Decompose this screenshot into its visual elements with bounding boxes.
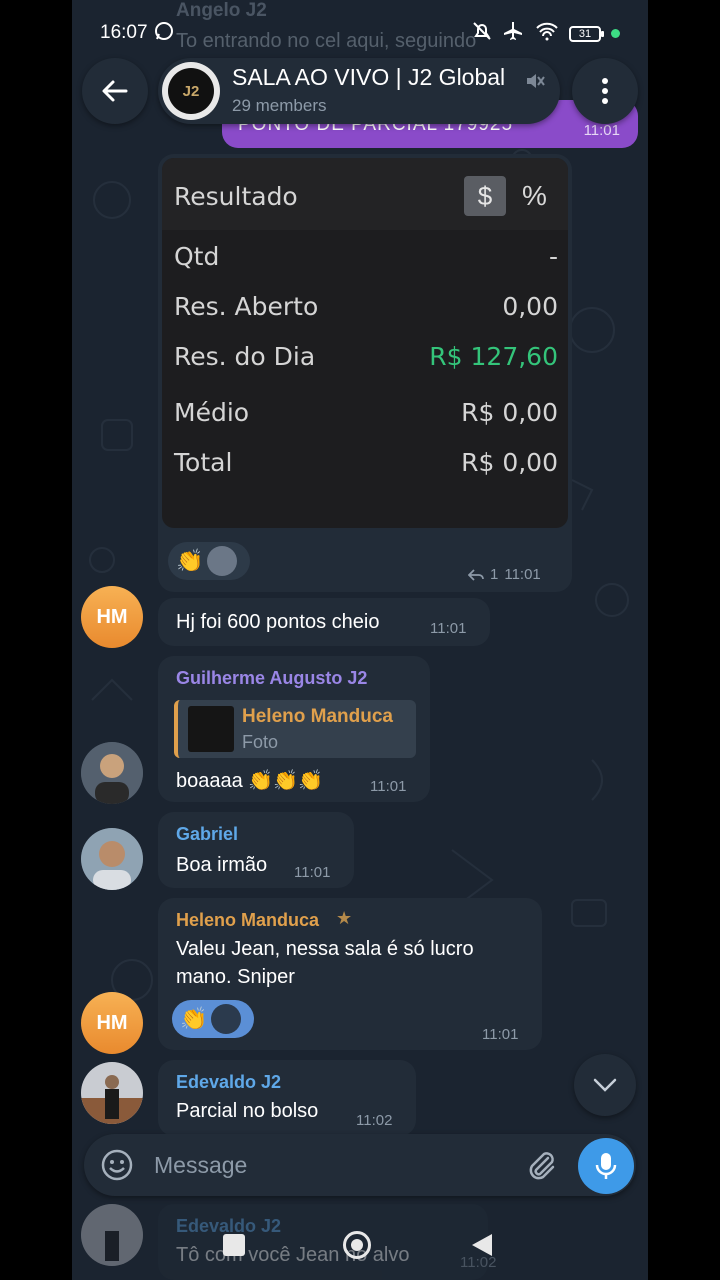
photo-time: 11:01 [504, 566, 541, 583]
message-input[interactable] [154, 1146, 494, 1184]
avatar[interactable]: HM [81, 992, 143, 1054]
percent-toggle: % [522, 180, 547, 211]
message-time: 11:01 [430, 620, 467, 637]
star-icon: ★ [336, 908, 353, 928]
result-row-label: Res. Aberto [174, 292, 319, 321]
airplane-icon [503, 20, 525, 47]
reply-sender: Heleno Manduca [242, 706, 393, 727]
result-row: Qtd - [174, 236, 558, 280]
message-time: 11:02 [356, 1112, 393, 1129]
back-nav-button[interactable] [470, 1232, 494, 1263]
reaction-chip[interactable]: 👏 [168, 542, 250, 580]
message-time: 11:01 [482, 1026, 519, 1043]
privacy-dot-icon [611, 29, 620, 38]
result-header-label: Resultado [174, 182, 298, 211]
clap-reaction: 👏 [176, 548, 204, 573]
result-row: Total R$ 0,00 [174, 442, 558, 486]
chevron-down-icon [593, 1078, 617, 1092]
quoted-reply[interactable]: Heleno Manduca Foto [174, 700, 416, 758]
voice-record-button[interactable] [578, 1138, 634, 1194]
chat-message[interactable]: Hj foi 600 pontos cheio 11:01 [158, 598, 490, 646]
smiley-icon [101, 1149, 133, 1181]
back-button[interactable] [82, 58, 148, 124]
status-time: 16:07 [100, 22, 148, 43]
reactor-avatar [211, 1004, 242, 1034]
home-dot-icon [351, 1239, 363, 1251]
chat-message[interactable]: Gabriel Boa irmão 11:01 [158, 812, 354, 888]
avatar[interactable] [81, 742, 143, 804]
user-photo-icon [81, 1062, 143, 1124]
whatsapp-icon [154, 21, 174, 46]
sender-name[interactable]: Edevaldo J2 [176, 1072, 281, 1093]
user-photo-icon [81, 828, 143, 890]
status-icons: 31 [471, 20, 620, 47]
triangle-back-icon [472, 1234, 492, 1256]
result-row: Médio R$ 0,00 [174, 392, 558, 436]
result-row-value: - [548, 242, 558, 271]
result-row: Res. Aberto 0,00 [174, 286, 558, 330]
avatar[interactable] [81, 1062, 143, 1124]
paperclip-icon [529, 1152, 555, 1180]
avatar[interactable]: HM [81, 586, 143, 648]
home-button[interactable] [343, 1231, 371, 1259]
message-composer [84, 1134, 636, 1196]
arrow-left-icon [102, 80, 128, 102]
chat-header[interactable]: J2 SALA AO VIVO | J2 Global 29 members [158, 58, 560, 124]
result-row-label: Total [174, 448, 233, 477]
currency-toggle: $ [464, 176, 506, 216]
chat-message[interactable]: Edevaldo J2 Parcial no bolso 11:02 [158, 1060, 416, 1136]
reply-thumbnail [188, 706, 234, 752]
chat-screen: Angelo J2 To entrando no cel aqui, segui… [72, 0, 648, 1280]
battery-icon: 31 [569, 25, 604, 42]
sender-name[interactable]: Heleno Manduca [176, 910, 319, 931]
mute-bell-icon [471, 20, 493, 47]
message-text: Parcial no bolso [176, 1100, 319, 1122]
status-bar: 16:07 31 [72, 14, 648, 50]
message-text: boaaaa 👏👏👏 [176, 770, 324, 792]
sender-name[interactable]: Gabriel [176, 824, 238, 845]
wifi-icon [535, 21, 559, 46]
result-card-photo[interactable]: Resultado $ % Qtd - Res. Aberto 0,00 Res… [162, 158, 568, 528]
reply-count: 1 [490, 566, 499, 583]
user-photo-icon [81, 742, 143, 804]
result-row-value: R$ 0,00 [461, 398, 558, 427]
sender-name[interactable]: Guilherme Augusto J2 [176, 668, 367, 689]
recents-button[interactable] [223, 1234, 245, 1256]
message-text: Valeu Jean, nessa sala é só lucro [176, 938, 474, 960]
member-count: 29 members [232, 96, 327, 115]
message-text: mano. Sniper [176, 966, 295, 988]
message-time: 11:01 [294, 864, 331, 881]
group-logo-text: J2 [168, 68, 214, 114]
result-row-value: R$ 127,60 [429, 342, 558, 371]
result-row-label: Médio [174, 398, 250, 427]
reply-indicator[interactable]: 1 11:01 [468, 566, 541, 583]
result-row-label: Res. do Dia [174, 342, 316, 371]
reaction-chip[interactable]: 👏 [172, 1000, 254, 1038]
message-text: Hj foi 600 pontos cheio [176, 611, 380, 633]
emoji-button[interactable] [100, 1148, 134, 1187]
attach-button[interactable] [524, 1148, 558, 1187]
reply-arrow-icon [468, 568, 484, 581]
message-time: 11:01 [370, 778, 407, 795]
navigation-bar [72, 1220, 648, 1280]
avatar[interactable] [81, 828, 143, 890]
muted-speaker-icon [524, 70, 546, 97]
result-row: Res. do Dia R$ 127,60 [174, 336, 558, 380]
more-options-button[interactable] [572, 58, 638, 124]
microphone-icon [595, 1153, 617, 1179]
result-row-value: R$ 0,00 [461, 448, 558, 477]
message-text: Boa irmão [176, 854, 268, 876]
scroll-down-button[interactable] [574, 1054, 636, 1116]
reactor-avatar [207, 546, 238, 576]
result-row-value: 0,00 [502, 292, 558, 321]
reply-caption: Foto [242, 732, 279, 752]
result-row-label: Qtd [174, 242, 220, 271]
outgoing-time: 11:01 [583, 122, 620, 139]
clap-reaction: 👏 [180, 1006, 208, 1031]
more-vertical-icon [602, 78, 608, 104]
chat-title: SALA AO VIVO | J2 Global [232, 64, 506, 90]
group-avatar: J2 [162, 62, 220, 120]
